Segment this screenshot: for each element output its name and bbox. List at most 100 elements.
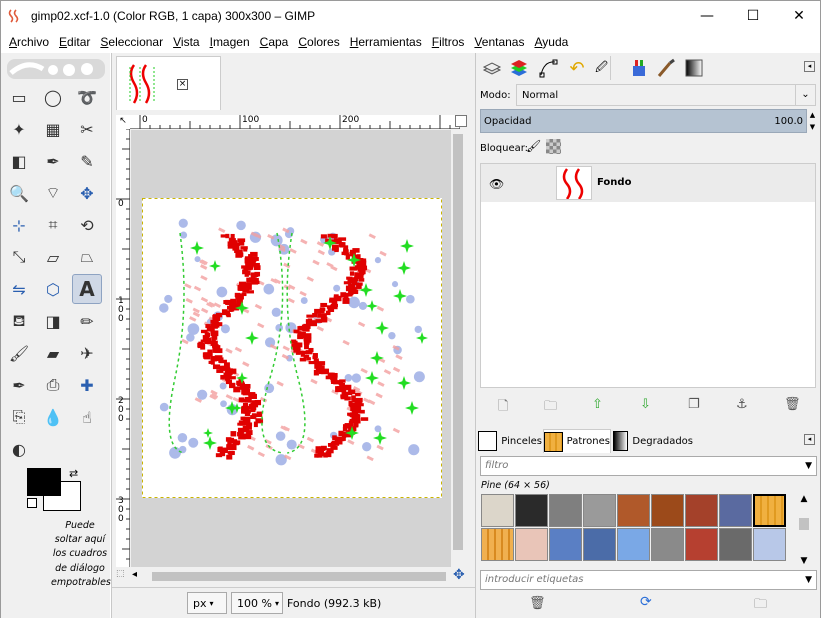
pattern-swatch[interactable] bbox=[651, 494, 684, 527]
mode-select[interactable]: Normal ⌄ bbox=[516, 84, 816, 106]
raise-layer-icon[interactable]: ⇧ bbox=[592, 397, 603, 412]
lasso-icon[interactable]: ➰ bbox=[72, 82, 102, 112]
ink-icon[interactable]: ✒ bbox=[4, 370, 34, 400]
rect-select-icon[interactable]: ▭ bbox=[4, 82, 34, 112]
pattern-swatch[interactable] bbox=[685, 494, 718, 527]
cage-icon[interactable]: ⬡ bbox=[38, 274, 68, 304]
pattern-scrollbar[interactable]: ▲ ▼ bbox=[797, 494, 811, 566]
menu-ayuda[interactable]: Ayuda bbox=[529, 35, 573, 49]
scissors-icon[interactable]: ✂ bbox=[72, 114, 102, 144]
eraser-icon[interactable]: ▰ bbox=[38, 338, 68, 368]
brushes-tab-icon[interactable] bbox=[627, 56, 651, 80]
pattern-swatch[interactable] bbox=[549, 528, 582, 561]
scroll-up-icon[interactable]: ▲ bbox=[797, 494, 811, 504]
horizontal-scrollbar[interactable] bbox=[148, 569, 451, 583]
rotate-icon[interactable]: ⟲ bbox=[72, 210, 102, 240]
tab-brushes[interactable]: Pinceles bbox=[478, 429, 542, 453]
measure-icon[interactable]: ⌔ bbox=[38, 178, 68, 208]
lower-layer-icon[interactable]: ⇩ bbox=[640, 397, 651, 412]
pattern-swatch[interactable] bbox=[549, 494, 582, 527]
color-select-icon[interactable]: ▦ bbox=[38, 114, 68, 144]
menu-archivo[interactable]: Archivo bbox=[4, 35, 54, 49]
tab-patterns[interactable]: Patrones bbox=[543, 429, 611, 453]
zoom-to-window-icon[interactable] bbox=[455, 115, 467, 127]
gradient-icon[interactable]: ◨ bbox=[38, 306, 68, 336]
tags-input[interactable]: introducir etiquetas ▼ bbox=[480, 570, 817, 590]
dodge-burn-icon[interactable]: ◐ bbox=[4, 434, 34, 464]
navigate-icon[interactable]: ✥ bbox=[453, 567, 465, 583]
align-icon[interactable]: ⊹ bbox=[4, 210, 34, 240]
delete-pattern-icon[interactable]: 🗑 bbox=[529, 596, 546, 611]
menu-vista[interactable]: Vista bbox=[168, 35, 204, 49]
image-tab[interactable]: × bbox=[116, 56, 221, 110]
menu-ventanas[interactable]: Ventanas bbox=[469, 35, 529, 49]
undo-history-icon[interactable]: ↶ bbox=[565, 56, 589, 80]
lock-alpha-icon[interactable] bbox=[546, 139, 561, 154]
paintbrush-tab-icon[interactable] bbox=[654, 56, 678, 80]
menu-herramientas[interactable]: Herramientas bbox=[345, 35, 427, 49]
paintbrush-icon[interactable]: 🖌 bbox=[4, 338, 34, 368]
maximize-button[interactable]: ☐ bbox=[730, 1, 776, 31]
pattern-swatch[interactable] bbox=[651, 528, 684, 561]
airbrush-icon[interactable]: ✈ bbox=[72, 338, 102, 368]
swap-colors-icon[interactable]: ⇄ bbox=[69, 467, 78, 480]
channels-tab-icon[interactable] bbox=[507, 56, 531, 80]
menu-colores[interactable]: Colores bbox=[293, 35, 344, 49]
menu-seleccionar[interactable]: Seleccionar bbox=[95, 35, 168, 49]
duplicate-layer-icon[interactable]: ❐ bbox=[688, 397, 700, 412]
gradient-tab-icon[interactable] bbox=[682, 56, 706, 80]
pattern-swatch[interactable] bbox=[481, 528, 514, 561]
pattern-swatch[interactable] bbox=[481, 494, 514, 527]
layer-row[interactable]: 👁 Fondo bbox=[481, 164, 815, 202]
minimize-button[interactable]: — bbox=[684, 1, 730, 31]
crop-icon[interactable]: ⌗ bbox=[38, 210, 68, 240]
pattern-swatch[interactable] bbox=[685, 528, 718, 561]
color-picker-icon[interactable]: ✎ bbox=[72, 146, 102, 176]
pencil-icon[interactable]: ✏ bbox=[72, 306, 102, 336]
smudge-icon[interactable]: ☝ bbox=[72, 402, 102, 432]
scroll-down-icon[interactable]: ▼ bbox=[797, 556, 811, 566]
navigate-dashed-icon[interactable]: ⬚ bbox=[116, 569, 130, 583]
layer-group-icon[interactable]: 🗀 bbox=[544, 397, 557, 419]
dock-menu-icon[interactable]: ◂ bbox=[804, 61, 815, 72]
layer-name[interactable]: Fondo bbox=[597, 177, 631, 188]
delete-layer-icon[interactable]: 🗑 bbox=[784, 397, 801, 412]
paths-tab-icon[interactable] bbox=[536, 56, 560, 80]
foreground-color-swatch[interactable] bbox=[27, 468, 61, 496]
wilber-drop-area[interactable] bbox=[7, 59, 105, 79]
pattern-swatch[interactable] bbox=[719, 528, 752, 561]
opacity-spin-icon[interactable]: ▲ ▼ bbox=[808, 109, 817, 133]
default-colors-icon[interactable] bbox=[27, 498, 37, 508]
vertical-scrollbar[interactable] bbox=[451, 130, 465, 567]
device-status-icon[interactable]: 🖉 bbox=[593, 56, 611, 80]
opacity-slider[interactable]: Opacidad 100.0 bbox=[480, 109, 807, 133]
eye-icon[interactable]: 👁 bbox=[489, 177, 504, 191]
move-icon[interactable]: ✥ bbox=[72, 178, 102, 208]
text-icon[interactable]: A bbox=[72, 274, 102, 304]
menu-capa[interactable]: Capa bbox=[255, 35, 294, 49]
pattern-swatch[interactable] bbox=[617, 528, 650, 561]
anchor-layer-icon[interactable]: ⚓ bbox=[736, 397, 748, 412]
layers-tab-icon[interactable] bbox=[480, 56, 504, 80]
pattern-swatch[interactable] bbox=[617, 494, 650, 527]
open-pattern-folder-icon[interactable]: 🗀 bbox=[754, 595, 767, 617]
fuzzy-select-icon[interactable]: ✦ bbox=[4, 114, 34, 144]
clone-icon[interactable]: ⎙ bbox=[38, 370, 68, 400]
flip-icon[interactable]: ⇋ bbox=[4, 274, 34, 304]
quick-mask-corner-icon[interactable]: ↖ bbox=[116, 115, 130, 129]
perspective-icon[interactable]: ⏢ bbox=[72, 242, 102, 272]
foreground-select-icon[interactable]: ◧ bbox=[4, 146, 34, 176]
pattern-swatch[interactable] bbox=[583, 528, 616, 561]
paths-icon[interactable]: ✒ bbox=[38, 146, 68, 176]
unit-select[interactable]: px ▾ bbox=[187, 592, 227, 614]
close-image-tab-icon[interactable]: × bbox=[177, 79, 188, 90]
dock-menu-icon[interactable]: ◂ bbox=[804, 434, 815, 445]
scroll-left-icon[interactable]: ◂ bbox=[132, 569, 146, 583]
pattern-swatch[interactable] bbox=[753, 494, 786, 527]
canvas-area[interactable] bbox=[131, 130, 451, 567]
pattern-swatch[interactable] bbox=[515, 494, 548, 527]
heal-icon[interactable]: ✚ bbox=[72, 370, 102, 400]
menu-editar[interactable]: Editar bbox=[54, 35, 95, 49]
pattern-swatch[interactable] bbox=[583, 494, 616, 527]
pattern-swatch[interactable] bbox=[753, 528, 786, 561]
